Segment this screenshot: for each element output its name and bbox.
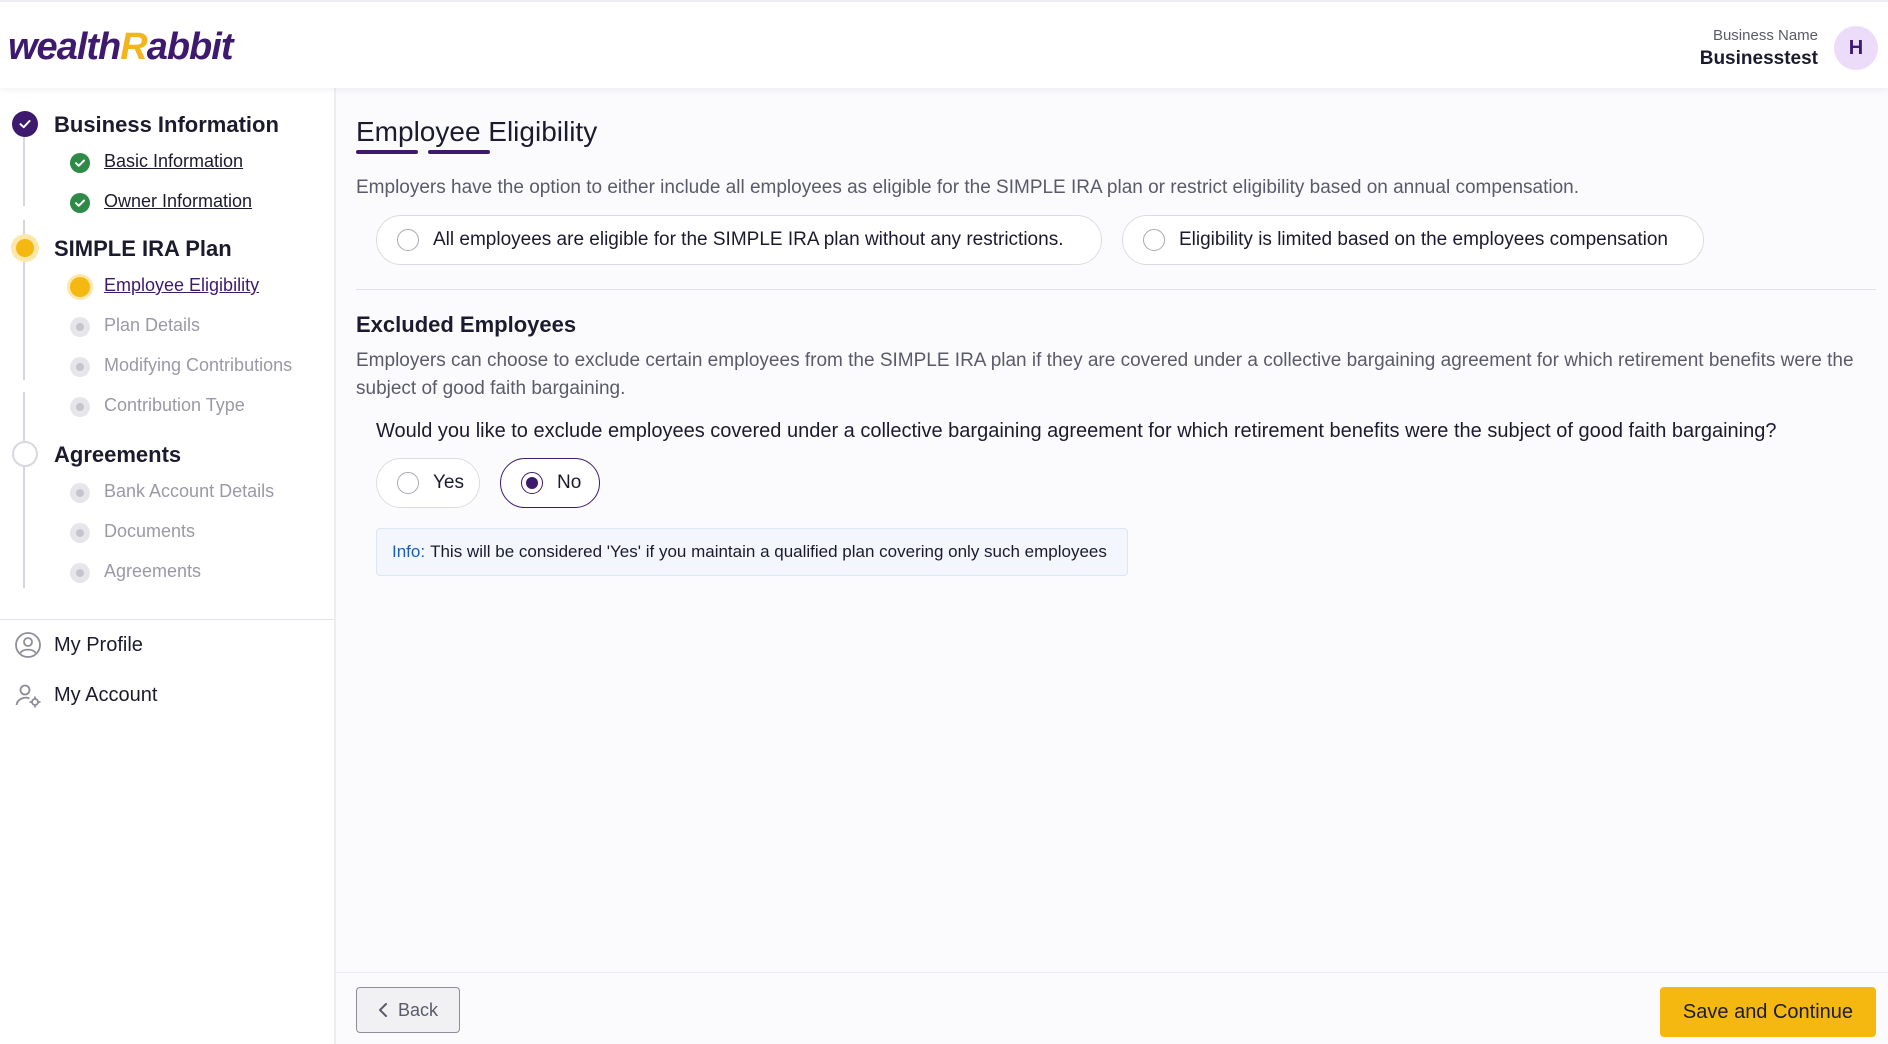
section-divider — [356, 289, 1876, 290]
business-name-label: Business Name — [1712, 27, 1818, 44]
sidebar-divider — [0, 619, 334, 620]
check-circle-icon — [70, 153, 90, 173]
sidebar-item-contribution-type[interactable]: Contribution Type — [104, 395, 245, 416]
nav-label: My Profile — [54, 633, 143, 656]
title-underline — [428, 150, 490, 154]
option-label: Yes — [433, 472, 464, 493]
excluded-employees-description: Employers can choose to exclude certain … — [356, 350, 1854, 399]
sidebar: Business Information Basic Information O… — [0, 88, 336, 1044]
business-name-block: Business Name Businesstest — [1700, 27, 1818, 70]
eligibility-description: Employers have the option to either incl… — [356, 177, 1580, 198]
user-circle-icon — [15, 632, 41, 658]
top-header: wealthRabbit Business Name Businesstest … — [0, 0, 1888, 88]
user-settings-icon — [15, 684, 41, 708]
business-name-value: Businesstest — [1699, 48, 1818, 69]
progress-line — [23, 392, 25, 588]
sidebar-item-owner-information[interactable]: Owner Information — [104, 191, 252, 212]
answer-no-option[interactable]: No — [500, 458, 600, 508]
nav-my-profile[interactable]: My Profile — [14, 631, 143, 659]
in-progress-dot-icon — [11, 234, 39, 262]
eligibility-option-all-employees[interactable]: All employees are eligible for the SIMPL… — [376, 215, 1102, 265]
sidebar-item-plan-details[interactable]: Plan Details — [104, 315, 200, 336]
exclusion-question: Would you like to exclude employees cove… — [376, 420, 1777, 442]
answer-yes-option[interactable]: Yes — [376, 458, 480, 508]
sidebar-item-documents[interactable]: Documents — [104, 521, 195, 542]
nav-my-account[interactable]: My Account — [14, 681, 157, 709]
radio-button[interactable] — [397, 472, 419, 494]
page-title: Employee Eligibility — [356, 116, 598, 147]
radio-button[interactable] — [521, 472, 543, 494]
pending-dot-icon — [70, 563, 90, 583]
main-content: Employee Eligibility Employers have the … — [336, 88, 1888, 968]
logo-rabbit-mark: R — [120, 26, 147, 68]
sidebar-item-basic-information[interactable]: Basic Information — [104, 151, 243, 172]
current-step-dot-icon — [70, 277, 90, 297]
pending-dot-icon — [70, 357, 90, 377]
logo-text-abbit: abbit — [146, 26, 234, 68]
info-note: Info: This will be considered 'Yes' if y… — [376, 528, 1128, 576]
pending-dot-icon — [70, 523, 90, 543]
footer-bar: Back Save and Continue — [336, 972, 1888, 1044]
sidebar-section-business-information[interactable]: Business Information — [54, 112, 279, 138]
sidebar-item-employee-eligibility[interactable]: Employee Eligibility — [104, 275, 259, 296]
sidebar-section-simple-ira-plan[interactable]: SIMPLE IRA Plan — [54, 236, 232, 262]
pending-dot-icon — [70, 397, 90, 417]
back-label: Back — [397, 999, 439, 1020]
option-label: No — [557, 472, 582, 493]
option-label: All employees are eligible for the SIMPL… — [433, 229, 1064, 250]
sidebar-section-agreements[interactable]: Agreements — [54, 442, 181, 468]
nav-label: My Account — [54, 683, 158, 706]
back-button[interactable]: Back — [356, 987, 460, 1033]
eligibility-option-limited-compensation[interactable]: Eligibility is limited based on the empl… — [1122, 215, 1704, 265]
info-text: This will be considered 'Yes' if you mai… — [430, 542, 1107, 561]
excluded-employees-heading: Excluded Employees — [356, 312, 577, 337]
wealthrabbit-logo[interactable]: wealthRabbit — [8, 26, 234, 69]
title-underline — [356, 150, 418, 154]
sidebar-item-agreements[interactable]: Agreements — [104, 561, 201, 582]
save-and-continue-button[interactable]: Save and Continue — [1660, 987, 1876, 1037]
sidebar-item-bank-account-details[interactable]: Bank Account Details — [104, 481, 274, 502]
radio-button[interactable] — [397, 229, 419, 251]
logo-text-wealth: wealth — [8, 26, 121, 68]
pending-dot-icon — [70, 483, 90, 503]
pending-dot-icon — [70, 317, 90, 337]
info-key: Info: — [392, 542, 426, 561]
radio-button[interactable] — [1143, 229, 1165, 251]
check-circle-icon — [70, 193, 90, 213]
sidebar-item-modifying-contributions[interactable]: Modifying Contributions — [104, 355, 292, 376]
check-circle-icon — [12, 111, 38, 137]
avatar[interactable]: H — [1834, 26, 1878, 70]
chevron-left-icon — [378, 1003, 387, 1017]
option-label: Eligibility is limited based on the empl… — [1179, 229, 1668, 250]
pending-circle-icon — [12, 441, 38, 467]
